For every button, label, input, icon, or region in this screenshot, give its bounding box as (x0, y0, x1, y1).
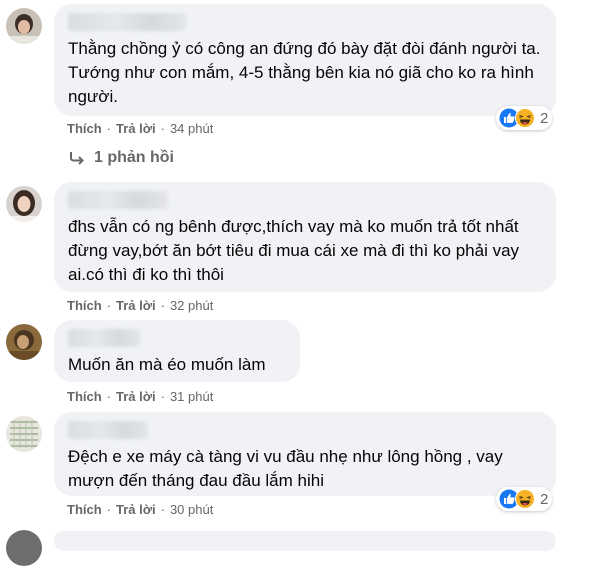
reply-arrow-icon (68, 149, 86, 167)
reaction-count: 2 (540, 109, 549, 127)
reply-button[interactable]: Trả lời (116, 389, 156, 404)
timestamp[interactable]: 31 phút (170, 389, 213, 404)
timestamp[interactable]: 34 phút (170, 121, 213, 136)
like-button[interactable]: Thích (67, 502, 102, 517)
author-name[interactable] (68, 329, 140, 347)
like-button[interactable]: Thích (67, 298, 102, 313)
reaction-count: 2 (540, 490, 549, 508)
comment-bubble: đhs vẫn có ng bênh được,thích vay mà ko … (54, 182, 556, 292)
comment-bubble: Đệch e xe máy cà tàng vi vu đầu nhẹ như … (54, 412, 556, 496)
comment-text: Thằng chồng ỷ có công an đứng đó bày đặt… (68, 39, 541, 106)
reply-button[interactable]: Trả lời (116, 298, 156, 313)
avatar[interactable] (6, 186, 42, 222)
comment-actions: Thích · Trả lời · 32 phút (67, 298, 214, 313)
timestamp[interactable]: 32 phút (170, 298, 213, 313)
view-replies-link[interactable]: 1 phản hồi (68, 149, 174, 167)
author-name[interactable] (68, 13, 186, 31)
reply-button[interactable]: Trả lời (116, 502, 156, 517)
avatar[interactable] (6, 324, 42, 360)
comment-text: Muốn ăn mà éo muốn làm (68, 355, 266, 374)
comment-actions: Thích · Trả lời · 31 phút (67, 389, 214, 404)
comment-actions: Thích · Trả lời · 30 phút (67, 502, 214, 517)
avatar[interactable] (6, 8, 42, 44)
avatar[interactable] (6, 416, 42, 452)
reaction-summary[interactable]: 2 (496, 106, 553, 130)
comment-text: Đệch e xe máy cà tàng vi vu đầu nhẹ như … (68, 447, 503, 490)
comment-bubble: Thằng chồng ỷ có công an đứng đó bày đặt… (54, 4, 556, 116)
author-name[interactable] (68, 191, 168, 209)
comment-bubble (54, 531, 556, 551)
author-name[interactable] (68, 421, 148, 439)
like-button[interactable]: Thích (67, 389, 102, 404)
replies-count-label: 1 phản hồi (94, 149, 174, 166)
reaction-summary[interactable]: 2 (496, 487, 553, 511)
comment-actions: Thích · Trả lời · 34 phút (67, 121, 214, 136)
haha-icon (515, 489, 535, 509)
comment-bubble: Muốn ăn mà éo muốn làm (54, 320, 300, 382)
avatar[interactable] (6, 530, 42, 566)
timestamp[interactable]: 30 phút (170, 502, 213, 517)
haha-icon (515, 108, 535, 128)
comment-text: đhs vẫn có ng bênh được,thích vay mà ko … (68, 217, 520, 284)
reply-button[interactable]: Trả lời (116, 121, 156, 136)
like-button[interactable]: Thích (67, 121, 102, 136)
